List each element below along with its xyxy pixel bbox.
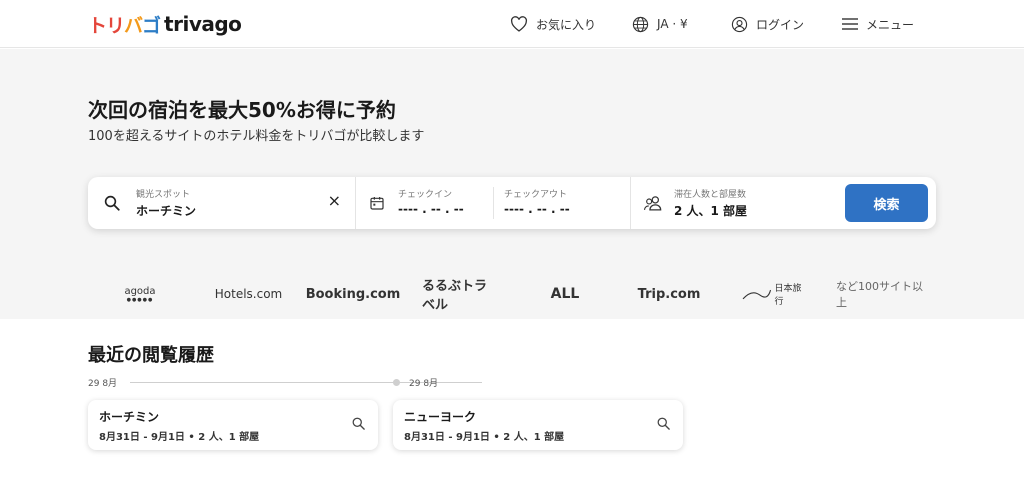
logo-jp-part-2: バ	[124, 14, 143, 37]
hero-title: 次回の宿泊を最大50%お得に予約	[88, 98, 396, 122]
recent-search-destination: ニューヨーク	[404, 410, 477, 424]
guests-value: 2 人、1 部屋	[674, 204, 748, 218]
recent-search-card[interactable]: ニューヨーク 8月31日 - 9月1日 • 2 人、1 部屋	[393, 400, 683, 450]
hero-section: 次回の宿泊を最大50%お得に予約 100を超えるサイトのホテル料金をトリバゴが比…	[0, 49, 1024, 319]
nav-menu-label: メニュー	[866, 17, 915, 32]
partner-nippon-travel-label: 日本旅行	[774, 284, 802, 307]
dates-field[interactable]: チェックイン ---- . -- . -- チェックアウト ---- . -- …	[356, 177, 631, 229]
guests-label: 滞在人数と部屋数	[674, 190, 747, 200]
destination-value[interactable]: ホーチミン	[136, 202, 196, 219]
heart-icon	[511, 16, 527, 32]
nav-menu[interactable]: メニュー	[842, 14, 914, 34]
nav-login[interactable]: ログイン	[731, 14, 804, 34]
timeline-date-2: 29 8月	[409, 379, 439, 389]
search-bar: 観光スポット ホーチミン × チェックイン ---- . -- . -- チェッ…	[88, 177, 936, 229]
partner-hotels: Hotels.com	[212, 282, 282, 306]
clear-destination-button[interactable]: ×	[328, 191, 341, 210]
logo-jp-part-3: ゴ	[142, 14, 161, 37]
destination-field[interactable]: 観光スポット ホーチミン ×	[88, 177, 356, 229]
guests-icon	[643, 196, 662, 211]
globe-icon	[632, 16, 649, 32]
checkout-label: チェックアウト	[504, 190, 568, 200]
recent-timeline: 29 8月 29 8月	[88, 376, 688, 390]
date-divider	[493, 187, 494, 219]
partner-hotels-label: Hotels.com	[214, 287, 283, 301]
checkout-value: ---- . -- . --	[504, 202, 570, 216]
recent-search-card[interactable]: ホーチミン 8月31日 - 9月1日 • 2 人、1 部屋	[88, 400, 378, 450]
checkin-value: ---- . -- . --	[398, 202, 464, 216]
partner-booking: Booking.com	[305, 286, 401, 302]
logo-jp-part-1: トリ	[88, 14, 125, 37]
recent-search-destination: ホーチミン	[99, 410, 160, 424]
top-header: トリバゴ trivago お気に入り JA · ¥ ログイン メニュー	[0, 0, 1024, 48]
hero-subtitle: 100を超えるサイトのホテル料金をトリバゴが比較します	[88, 129, 425, 144]
guests-field[interactable]: 滞在人数と部屋数 2 人、1 部屋 検索	[631, 177, 936, 229]
logo-jp: トリバゴ	[88, 11, 161, 38]
trivago-logo[interactable]: トリバゴ trivago	[88, 11, 242, 38]
recent-history-title: 最近の閲覧履歴	[88, 345, 214, 366]
search-icon[interactable]	[656, 416, 671, 431]
partner-agoda-label: agoda	[124, 285, 156, 297]
calendar-icon	[370, 197, 384, 210]
partners-more-text: など100サイト以上	[836, 280, 923, 309]
search-icon[interactable]	[351, 416, 366, 431]
partner-nippon-travel: 日本旅行	[742, 282, 810, 307]
partner-rurubu: るるぶトラベル	[422, 279, 488, 313]
search-icon	[104, 195, 120, 211]
user-icon	[731, 16, 748, 32]
nav-favorites-label: お気に入り	[536, 17, 597, 32]
partner-logos: agoda ●●●●● Hotels.com Booking.com るるぶトラ…	[0, 279, 1024, 313]
partner-trip: Trip.com	[637, 286, 701, 302]
timeline-dot	[393, 379, 400, 386]
nav-favorites[interactable]: お気に入り	[510, 14, 596, 34]
nippon-travel-logo-icon	[742, 289, 772, 300]
destination-label: 観光スポット	[136, 190, 191, 200]
hamburger-menu-icon	[842, 18, 858, 30]
recent-search-details: 8月31日 - 9月1日 • 2 人、1 部屋	[99, 432, 260, 443]
timeline-date-1: 29 8月	[88, 379, 118, 389]
partner-agoda: agoda ●●●●●	[110, 282, 170, 306]
recent-search-details: 8月31日 - 9月1日 • 2 人、1 部屋	[404, 432, 565, 443]
logo-en: trivago	[164, 12, 242, 36]
agoda-dots-icon: ●●●●●	[126, 296, 154, 303]
nav-language-label: JA · ¥	[657, 17, 688, 31]
partner-all: ALL	[550, 286, 580, 302]
checkin-label: チェックイン	[398, 190, 453, 200]
nav-language[interactable]: JA · ¥	[632, 14, 688, 34]
nav-login-label: ログイン	[756, 17, 805, 32]
search-button[interactable]: 検索	[845, 184, 928, 222]
